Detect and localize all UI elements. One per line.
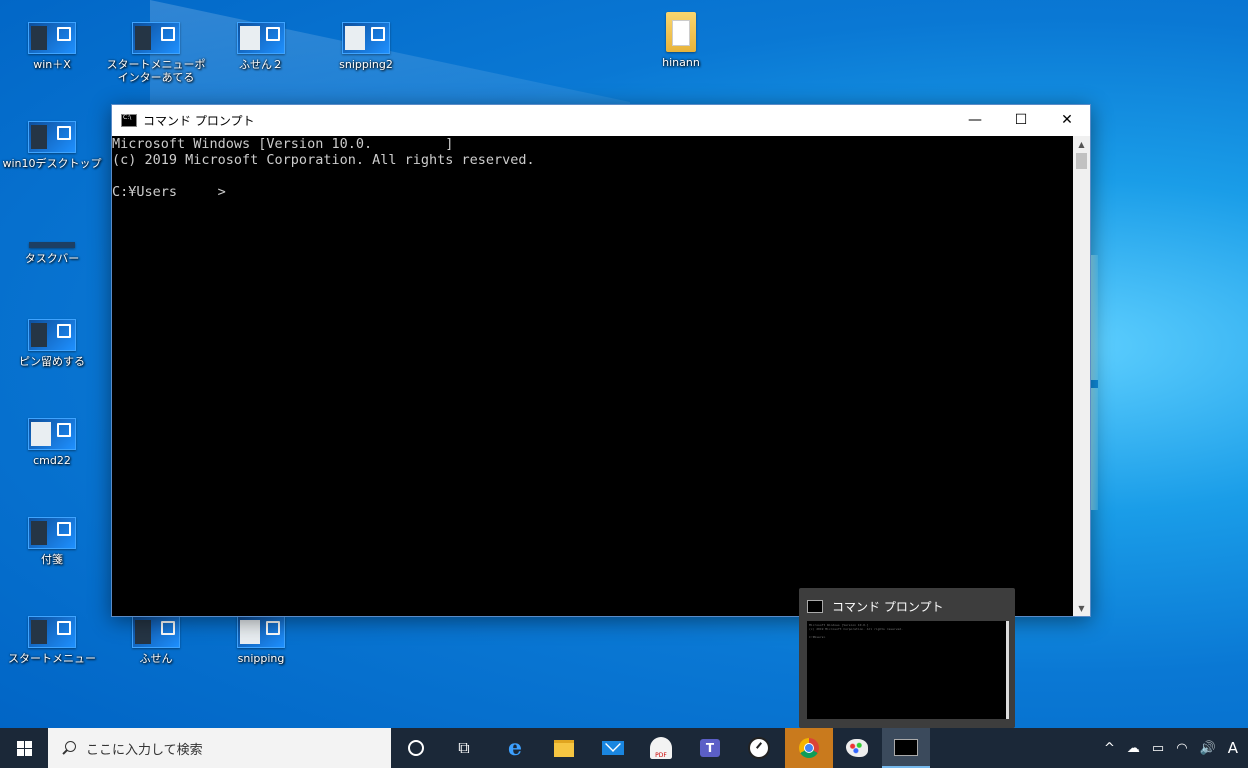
desktop-icon-startmenu[interactable]: スタートメニュー <box>2 616 102 665</box>
file-explorer-icon <box>554 739 574 757</box>
screenshot-thumbnail-icon <box>28 22 76 54</box>
desktop-icon-fusen[interactable]: ふせん <box>106 616 206 665</box>
desktop-icon-label: win＋X <box>33 58 71 71</box>
task-view-icon: ⧉ <box>458 738 470 757</box>
preview-window-snapshot[interactable]: Microsoft Windows [Version 10.0.] (c) 20… <box>807 621 1009 719</box>
taskbar-pdf-app[interactable]: PDF <box>637 728 685 768</box>
desktop-icon-pin[interactable]: ピン留めする <box>2 319 102 368</box>
taskbar-clock-app[interactable] <box>735 728 783 768</box>
screenshot-thumbnail-icon <box>28 418 76 450</box>
cmd-window[interactable]: コマンド プロンプト — ☐ ✕ Microsoft Windows [Vers… <box>111 104 1091 617</box>
system-tray: ^ ☁ ▭ ◠ 🔊 A <box>1098 728 1248 768</box>
screenshot-thumbnail-icon <box>237 22 285 54</box>
preview-console-text: Microsoft Windows [Version 10.0.] (c) 20… <box>809 623 903 639</box>
close-button[interactable]: ✕ <box>1044 105 1090 135</box>
taskbar-mail[interactable] <box>589 728 637 768</box>
desktop-icon-taskbar[interactable]: タスクバー <box>2 220 102 265</box>
desktop-icon-label: スタートメニュー <box>8 652 96 665</box>
desktop-icon-snipping[interactable]: snipping <box>211 616 311 665</box>
search-box[interactable]: ここに入力して検索 <box>48 728 391 768</box>
screenshot-thumbnail-icon <box>28 616 76 648</box>
desktop-icon-label: cmd22 <box>33 454 71 467</box>
volume-icon[interactable]: 🔊 <box>1200 741 1216 756</box>
desktop-icon-label: ピン留めする <box>19 355 85 368</box>
pdf-app-icon: PDF <box>650 737 672 759</box>
maximize-button[interactable]: ☐ <box>998 105 1044 135</box>
desktop-icon-snipping2[interactable]: snipping2 <box>316 22 416 71</box>
desktop-icon-hinann[interactable]: hinann <box>631 12 731 69</box>
desktop-icon-label: snipping2 <box>339 58 393 71</box>
taskbar-cmd[interactable] <box>882 728 930 768</box>
desktop-icon-fusen2[interactable]: ふせん２ <box>211 22 311 71</box>
screenshot-thumbnail-icon <box>132 616 180 648</box>
teams-icon: T <box>700 739 720 757</box>
desktop-icon-startmenu-pointer[interactable]: スタートメニューポインターあてる <box>106 22 206 84</box>
cortana-icon <box>408 740 424 756</box>
desktop-icon-win-x[interactable]: win＋X <box>2 22 102 71</box>
taskbar-paint[interactable] <box>833 728 881 768</box>
desktop-icon-label: 付箋 <box>41 553 63 566</box>
edge-icon: e <box>508 735 522 761</box>
screenshot-thumbnail-icon <box>28 319 76 351</box>
battery-icon[interactable]: ▭ <box>1152 741 1164 756</box>
screenshot-thumbnail-icon <box>29 242 75 248</box>
window-title: コマンド プロンプト <box>143 113 255 128</box>
preview-title: コマンド プロンプト <box>832 600 944 614</box>
show-hidden-icons-chevron-icon[interactable]: ^ <box>1104 741 1115 756</box>
desktop-icon-cmd22[interactable]: cmd22 <box>2 418 102 467</box>
task-view-button[interactable]: ⧉ <box>440 728 488 768</box>
screenshot-thumbnail-icon <box>28 121 76 153</box>
ime-indicator[interactable]: A <box>1228 739 1238 757</box>
cmd-app-icon[interactable] <box>121 113 137 127</box>
desktop-icon-label: スタートメニューポインターあてる <box>106 58 206 84</box>
paint-icon <box>846 739 868 757</box>
wifi-icon[interactable]: ◠ <box>1176 741 1187 756</box>
taskbar-file-explorer[interactable] <box>540 728 588 768</box>
screenshot-thumbnail-icon <box>28 517 76 549</box>
console-output[interactable]: Microsoft Windows [Version 10.0. ] (c) 2… <box>112 136 1073 616</box>
taskbar: ここに入力して検索 ⧉ e PDF T ^ ☁ ▭ ◠ 🔊 A <box>0 728 1248 768</box>
cortana-button[interactable] <box>392 728 440 768</box>
desktop-icon-label: win10デスクトップ <box>2 157 102 170</box>
desktop-icon-label: ふせん２ <box>239 58 283 71</box>
taskbar-thumbnail-preview[interactable]: コマンド プロンプト Microsoft Windows [Version 10… <box>799 588 1015 728</box>
start-button[interactable] <box>0 728 48 768</box>
windows-logo-icon <box>16 740 32 756</box>
desktop-icon-fusen-kanji[interactable]: 付箋 <box>2 517 102 566</box>
taskbar-edge[interactable]: e <box>491 728 539 768</box>
onedrive-cloud-icon[interactable]: ☁ <box>1127 741 1140 756</box>
search-placeholder: ここに入力して検索 <box>86 742 203 758</box>
screenshot-thumbnail-icon <box>342 22 390 54</box>
cmd-icon <box>894 738 918 756</box>
vertical-scrollbar[interactable]: ▲ ▼ <box>1073 136 1090 616</box>
search-icon <box>62 741 76 755</box>
taskbar-teams[interactable]: T <box>686 728 734 768</box>
screenshot-thumbnail-icon <box>132 22 180 54</box>
taskbar-chrome[interactable] <box>785 728 833 768</box>
scroll-up-icon[interactable]: ▲ <box>1073 136 1090 152</box>
desktop-icon-win10-desktop[interactable]: win10デスクトップ <box>2 121 102 170</box>
desktop-icon-label: hinann <box>662 56 700 69</box>
scrollbar-thumb[interactable] <box>1076 153 1087 169</box>
cmd-app-icon <box>807 600 823 613</box>
screenshot-thumbnail-icon <box>237 616 285 648</box>
chrome-icon <box>799 738 819 758</box>
desktop-icon-label: snipping <box>237 652 285 665</box>
scroll-down-icon[interactable]: ▼ <box>1073 600 1090 616</box>
minimize-button[interactable]: — <box>952 105 998 135</box>
clock-icon <box>748 737 770 759</box>
desktop-icon-label: タスクバー <box>24 252 80 265</box>
folder-icon <box>666 12 696 52</box>
mail-icon <box>602 741 624 755</box>
desktop-icon-label: ふせん <box>139 652 173 665</box>
title-bar[interactable]: コマンド プロンプト — ☐ ✕ <box>112 105 1090 135</box>
